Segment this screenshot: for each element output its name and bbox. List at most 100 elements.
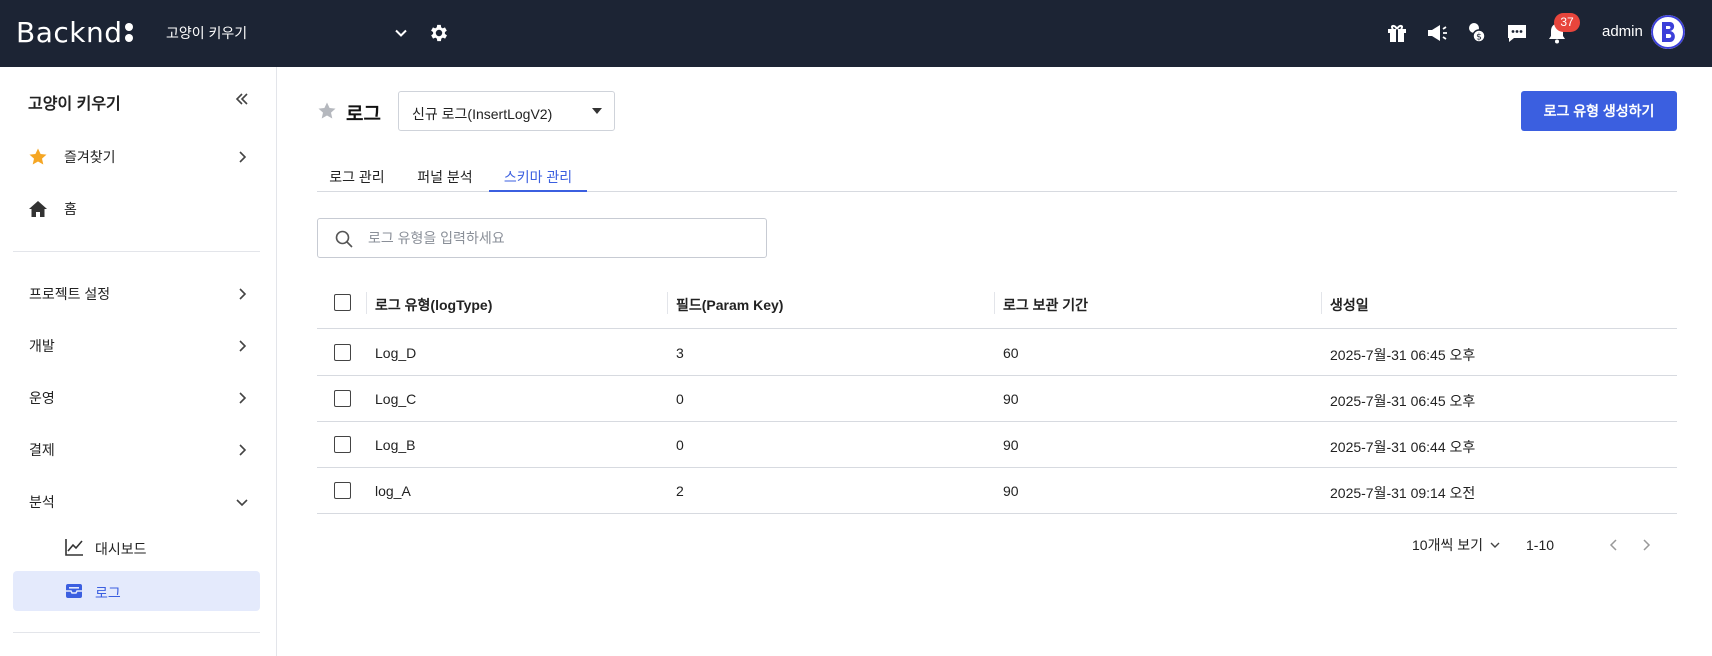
page-range: 1-10 (1526, 537, 1555, 553)
rows-per-page-label: 10개씩 보기 (1412, 537, 1483, 553)
chevron-down-icon (1490, 542, 1500, 548)
row-checkbox[interactable] (334, 482, 351, 499)
sidebar-item-home[interactable]: 홈 (13, 189, 260, 229)
sidebar-item-analytics[interactable]: 분석 (13, 482, 260, 522)
row-checkbox[interactable] (334, 344, 351, 361)
sidebar-item-operations[interactable]: 운영 (13, 378, 260, 418)
sidebar-divider (13, 251, 260, 252)
backnd-logo[interactable]: Backnd (16, 16, 133, 49)
page-title: 로그 (346, 104, 381, 125)
next-page-icon[interactable] (1638, 537, 1654, 553)
column-header-created[interactable]: 생성일 (1330, 295, 1369, 315)
tab-log-management[interactable]: 로그 관리 (317, 163, 397, 192)
svg-text:$: $ (1476, 33, 1482, 43)
cell-retention: 60 (1003, 345, 1019, 361)
cell-retention: 90 (1003, 391, 1019, 407)
gift-icon[interactable] (1385, 21, 1409, 45)
favorite-star-icon[interactable] (317, 101, 337, 121)
cell-created: 2025-7월-31 06:44 오후 (1330, 439, 1476, 455)
sidebar-item-label: 프로젝트 설정 (29, 286, 111, 302)
table-header: 로그 유형(logType) 필드(Param Key) 로그 보관 기간 생성… (317, 277, 1677, 329)
cell-created: 2025-7월-31 06:45 오후 (1330, 393, 1476, 409)
sidebar-item-label: 홈 (64, 201, 77, 217)
sidebar-item-label: 대시보드 (95, 541, 147, 557)
table-row[interactable]: Log_C 0 90 2025-7월-31 06:45 오후 (317, 376, 1677, 422)
create-log-type-button[interactable]: 로그 유형 생성하기 (1521, 91, 1677, 131)
previous-page-icon[interactable] (1606, 537, 1622, 553)
chevron-right-icon (239, 392, 247, 404)
megaphone-icon[interactable] (1425, 21, 1449, 45)
chat-icon[interactable] (1505, 21, 1529, 45)
cell-fields: 0 (676, 437, 684, 453)
cell-log-type: log_A (375, 483, 411, 499)
coins-icon[interactable]: $ (1465, 21, 1489, 45)
column-header-fields[interactable]: 필드(Param Key) (676, 295, 783, 315)
table-row[interactable]: Log_D 3 60 2025-7월-31 06:45 오후 (317, 330, 1677, 376)
rows-per-page-select[interactable]: 10개씩 보기 (1412, 535, 1501, 555)
sidebar-item-label: 즐겨찾기 (64, 149, 116, 165)
collapse-sidebar-icon[interactable] (234, 91, 250, 107)
avatar[interactable] (1651, 15, 1685, 49)
column-divider (1321, 292, 1322, 314)
sidebar-item-logs[interactable]: 로그 (13, 571, 260, 611)
sidebar-item-label: 결제 (29, 442, 55, 458)
logo-text: Backnd (16, 16, 123, 49)
cell-created: 2025-7월-31 09:14 오전 (1330, 485, 1476, 501)
user-name[interactable]: admin (1602, 23, 1643, 40)
chevron-down-icon (395, 29, 407, 37)
star-icon (29, 148, 47, 165)
sidebar-item-label: 로그 (95, 585, 121, 601)
column-divider (667, 292, 668, 314)
gear-icon[interactable] (428, 22, 450, 44)
search-input[interactable] (368, 227, 748, 249)
sidebar-divider (13, 632, 260, 633)
cell-fields: 3 (676, 345, 684, 361)
chevron-right-icon (239, 288, 247, 300)
table-row[interactable]: log_A 2 90 2025-7월-31 09:14 오전 (317, 468, 1677, 514)
project-selector-label: 고양이 키우기 (166, 25, 248, 41)
cell-retention: 90 (1003, 483, 1019, 499)
cell-retention: 90 (1003, 437, 1019, 453)
cell-log-type: Log_C (375, 391, 417, 407)
main-content: 로그 신규 로그(InsertLogV2) 로그 유형 생성하기 로그 관리 퍼… (278, 67, 1712, 656)
cell-log-type: Log_B (375, 437, 416, 453)
project-selector[interactable]: 고양이 키우기 (166, 20, 408, 46)
log-version-select-value: 신규 로그(InsertLogV2) (412, 106, 553, 122)
chevron-down-icon (236, 499, 248, 507)
sidebar-item-label: 분석 (29, 494, 55, 510)
line-chart-icon (65, 539, 83, 556)
chevron-right-icon (239, 151, 247, 163)
column-divider (366, 292, 367, 314)
caret-down-icon (592, 108, 602, 114)
cell-fields: 2 (676, 483, 684, 499)
sidebar-project-title: 고양이 키우기 (28, 96, 121, 113)
column-divider (994, 292, 995, 314)
user-avatar-icon (1651, 15, 1685, 49)
notification-badge: 37 (1554, 13, 1580, 32)
select-all-checkbox[interactable] (334, 294, 351, 311)
inbox-icon (66, 584, 82, 598)
pagination: 10개씩 보기 1-10 (278, 531, 1712, 561)
chevron-right-icon (239, 444, 247, 456)
tab-funnel-analysis[interactable]: 퍼널 분석 (405, 163, 485, 192)
log-version-select[interactable]: 신규 로그(InsertLogV2) (398, 91, 615, 131)
sidebar-item-development[interactable]: 개발 (13, 326, 260, 366)
sidebar-item-label: 개발 (29, 338, 55, 354)
sidebar-item-favorites[interactable]: 즐겨찾기 (13, 137, 260, 177)
sidebar-item-project-settings[interactable]: 프로젝트 설정 (13, 274, 260, 314)
row-checkbox[interactable] (334, 436, 351, 453)
home-icon (29, 201, 47, 217)
table-row[interactable]: Log_B 0 90 2025-7월-31 06:44 오후 (317, 422, 1677, 468)
row-checkbox[interactable] (334, 390, 351, 407)
column-header-retention[interactable]: 로그 보관 기간 (1003, 295, 1088, 315)
cell-created: 2025-7월-31 06:45 오후 (1330, 347, 1476, 363)
sidebar-item-dashboard[interactable]: 대시보드 (13, 527, 260, 567)
tab-bar: 로그 관리 퍼널 분석 스키마 관리 (317, 163, 1677, 192)
column-header-log-type[interactable]: 로그 유형(logType) (375, 295, 492, 315)
logo-dots (124, 23, 133, 42)
cell-fields: 0 (676, 391, 684, 407)
tab-schema-management[interactable]: 스키마 관리 (489, 163, 587, 192)
sidebar: 고양이 키우기 즐겨찾기 홈 프로젝트 설정 개발 운영 결제 분석 대시보드 … (0, 67, 277, 656)
search-box (317, 218, 767, 258)
sidebar-item-payment[interactable]: 결제 (13, 430, 260, 470)
